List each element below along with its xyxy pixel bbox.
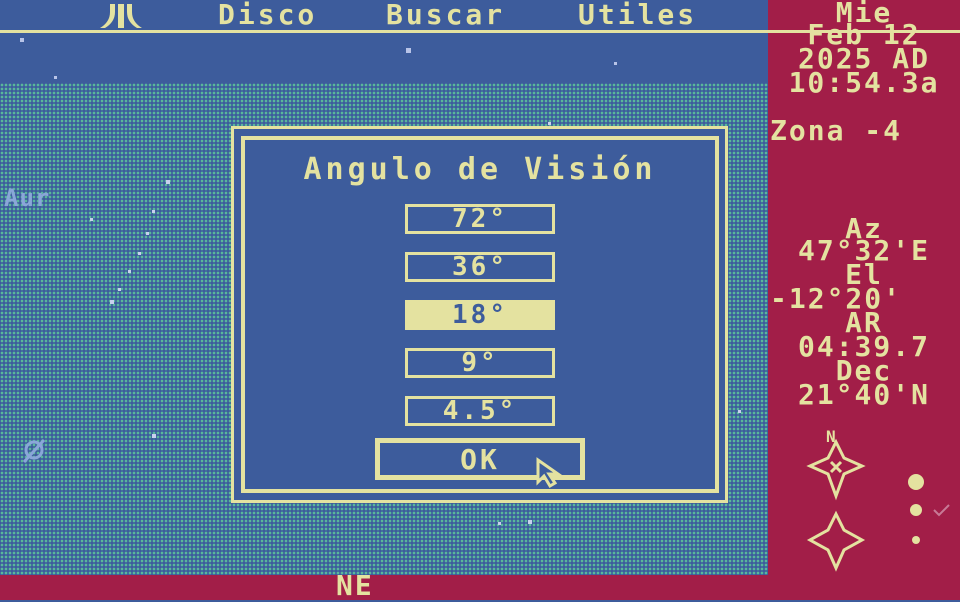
menu-bar-divider bbox=[0, 30, 960, 33]
star bbox=[54, 76, 57, 79]
star bbox=[614, 62, 617, 65]
option-18[interactable]: 18° bbox=[405, 300, 555, 330]
menu-disco[interactable]: Disco bbox=[218, 0, 317, 30]
magnitude-medium-dot-icon bbox=[910, 504, 922, 516]
magnitude-large-dot-icon bbox=[908, 474, 924, 490]
time: 10:54.3a bbox=[788, 66, 940, 99]
dialog-title: Angulo de Visión bbox=[303, 152, 657, 187]
star bbox=[138, 252, 141, 255]
option-9[interactable]: 9° bbox=[405, 348, 555, 378]
declination-value: 21°40'N bbox=[797, 378, 930, 411]
direction-pad-icon[interactable] bbox=[804, 510, 868, 574]
star bbox=[166, 180, 170, 184]
atari-fuji-icon[interactable] bbox=[98, 2, 144, 30]
constellation-label: Aur bbox=[4, 184, 51, 212]
menu-bar: Disco Buscar Utiles bbox=[0, 0, 768, 30]
star bbox=[128, 270, 131, 273]
star bbox=[498, 522, 501, 525]
menu-utiles[interactable]: Utiles bbox=[578, 0, 697, 30]
star bbox=[406, 48, 411, 53]
star bbox=[146, 232, 149, 235]
star bbox=[90, 218, 93, 221]
star bbox=[20, 38, 24, 42]
option-36[interactable]: 36° bbox=[405, 252, 555, 282]
planet-symbol-icon bbox=[22, 438, 46, 464]
check-icon bbox=[933, 504, 950, 517]
compass-rose-icon[interactable] bbox=[804, 438, 868, 502]
bottom-status-bar bbox=[0, 575, 768, 600]
menu-buscar[interactable]: Buscar bbox=[386, 0, 505, 30]
star bbox=[118, 288, 121, 291]
option-4-5[interactable]: 4.5° bbox=[405, 396, 555, 426]
mouse-pointer-icon bbox=[536, 457, 563, 489]
star bbox=[738, 410, 741, 413]
star bbox=[152, 210, 155, 213]
star bbox=[152, 434, 156, 438]
time-zone: Zona -4 bbox=[770, 114, 903, 147]
star bbox=[110, 300, 114, 304]
magnitude-small-dot-icon bbox=[912, 536, 920, 544]
star bbox=[528, 520, 532, 524]
star bbox=[548, 122, 551, 125]
view-direction: NE bbox=[336, 569, 374, 602]
option-72[interactable]: 72° bbox=[405, 204, 555, 234]
magnitude-selector[interactable] bbox=[904, 470, 954, 550]
